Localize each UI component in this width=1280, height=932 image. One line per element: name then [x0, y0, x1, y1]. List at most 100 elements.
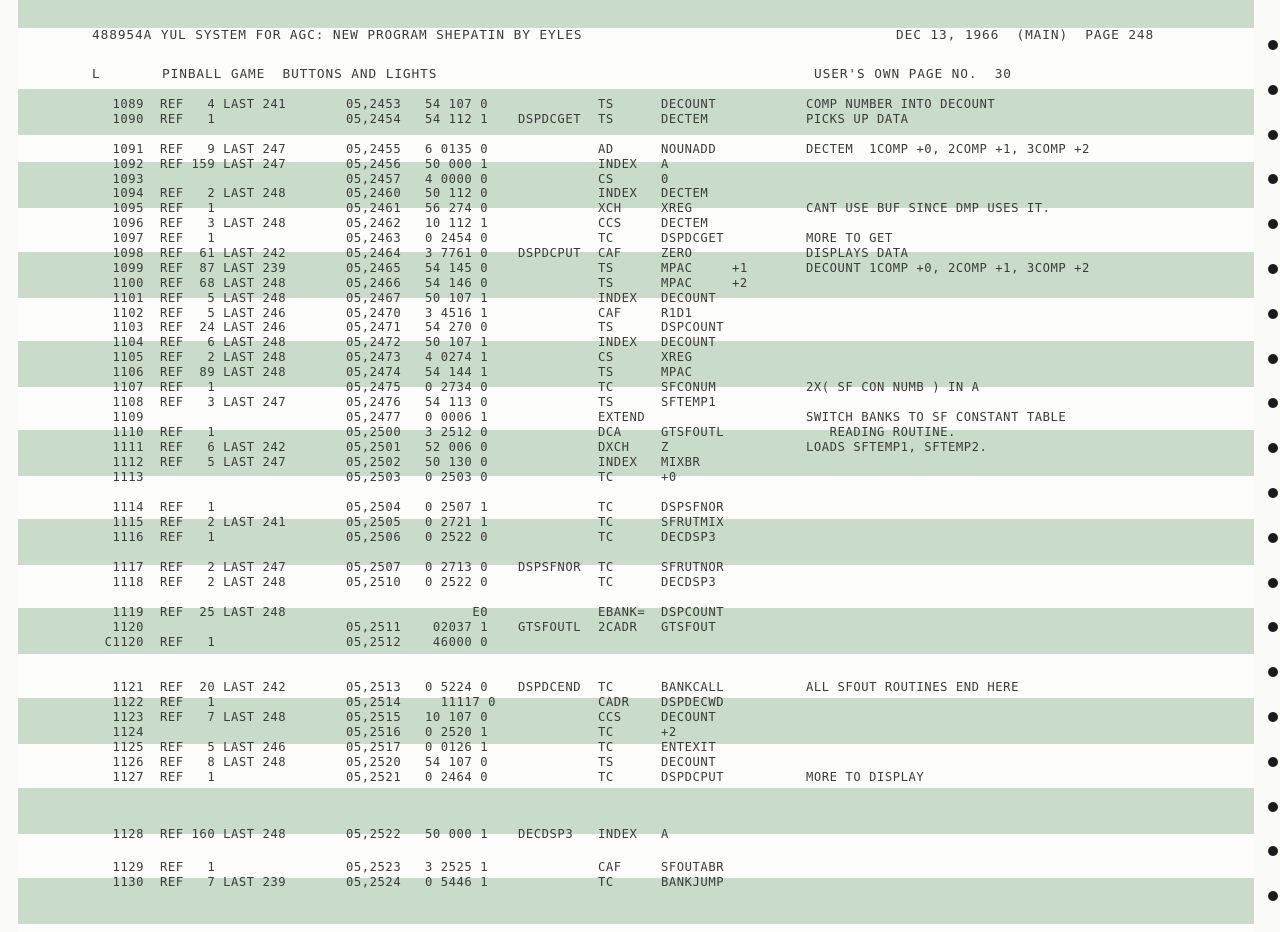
listing-row: 1097 REF 1 05,2463 0 2454 0 TC DSPDCGET MORE T… — [0, 231, 1280, 246]
ref-info: REF 2 LAST 248 — [160, 186, 287, 200]
octal-code: 54 107 0 — [425, 755, 489, 769]
address: 05,2461 — [346, 201, 402, 215]
operand: GTSFOUT — [661, 620, 717, 634]
ref-info: REF 89 LAST 248 — [160, 365, 287, 379]
line-number: 1112 — [112, 455, 144, 469]
comment: LOADS SFTEMP1, SFTEMP2. — [806, 440, 988, 454]
octal-code: 3 7761 0 — [425, 246, 489, 260]
address: 05,2471 — [346, 320, 402, 334]
octal-code: 52 006 0 — [425, 440, 489, 454]
listing-row: 1122 REF 1 05,2514 11117 0 CADR DSPDECWD — [0, 695, 1280, 710]
line-number: 1116 — [112, 530, 144, 544]
line-number: 1130 — [112, 875, 144, 889]
operand: ENTEXIT — [661, 740, 717, 754]
line-number: 1127 — [112, 770, 144, 784]
ref-info: REF 5 LAST 247 — [160, 455, 287, 469]
listing-row: 1119 REF 25 LAST 248 E0 EBANK= DSPCOUNT — [0, 605, 1280, 620]
octal-code: 4 0000 0 — [425, 172, 489, 186]
comment: DECTEM 1COMP +0, 2COMP +1, 3COMP +2 — [806, 142, 1090, 156]
line-number: 1115 — [112, 515, 144, 529]
opcode: TC — [598, 680, 614, 694]
operand: BANKJUMP — [661, 875, 725, 889]
octal-code: 50 112 0 — [425, 186, 489, 200]
octal-code: 0 2713 0 — [425, 560, 489, 574]
address: 05,2523 — [346, 860, 402, 874]
operand: DECDSP3 — [661, 530, 717, 544]
listing-row: 1104 REF 6 LAST 248 05,2472 50 107 1 INDEX DE… — [0, 335, 1280, 350]
listing-row: 1117 REF 2 LAST 247 05,2507 0 2713 0 DSPSFNO… — [0, 560, 1280, 575]
address: 05,2513 — [346, 680, 402, 694]
listing-row: 1130 REF 7 LAST 239 05,2524 0 5446 1 TC BANKJ… — [0, 875, 1280, 890]
opcode: INDEX — [598, 455, 638, 469]
operand: ZERO — [661, 246, 693, 260]
listing-row: 1123 REF 7 LAST 248 05,2515 10 107 0 CCS DECO… — [0, 710, 1280, 725]
address: 05,2504 — [346, 500, 402, 514]
operand: MIXBR — [661, 455, 701, 469]
feed-hole — [1268, 846, 1278, 856]
opcode: DCA — [598, 425, 622, 439]
comment: DECOUNT 1COMP +0, 2COMP +1, 3COMP +2 — [806, 261, 1090, 275]
address: 05,2524 — [346, 875, 402, 889]
operand: DSPCOUNT — [661, 605, 725, 619]
opcode: CAF — [598, 306, 622, 320]
line-number: C1120 — [104, 635, 144, 649]
address: 05,2506 — [346, 530, 402, 544]
ref-info: REF 1 — [160, 231, 216, 245]
operand: SFOUTABR — [661, 860, 725, 874]
opcode: CCS — [598, 710, 622, 724]
octal-code: 4 0274 1 — [425, 350, 489, 364]
opcode: TS — [598, 755, 614, 769]
feed-hole — [1268, 130, 1278, 140]
address: 05,2453 — [346, 97, 402, 111]
ref-info: REF 3 LAST 247 — [160, 395, 287, 409]
address: 05,2465 — [346, 261, 402, 275]
opcode: TC — [598, 500, 614, 514]
listing-row: 1112 REF 5 LAST 247 05,2502 50 130 0 INDEX MI… — [0, 455, 1280, 470]
line-number: 1102 — [112, 306, 144, 320]
address: 05,2503 — [346, 470, 402, 484]
line-number: 1118 — [112, 575, 144, 589]
line-number: 1107 — [112, 380, 144, 394]
operand: DSPSFNOR — [661, 500, 725, 514]
ref-info: REF 6 LAST 248 — [160, 335, 287, 349]
operand: XREG — [661, 201, 693, 215]
octal-code: 54 113 0 — [425, 395, 489, 409]
line-number: 1110 — [112, 425, 144, 439]
operand: MPAC +2 — [661, 276, 748, 290]
green-band — [18, 0, 1254, 28]
address: 05,2473 — [346, 350, 402, 364]
opcode: INDEX — [598, 157, 638, 171]
listing-row: 1108 REF 3 LAST 247 05,2476 54 113 0 TS SFTEM… — [0, 395, 1280, 410]
opcode: CAF — [598, 246, 622, 260]
line-number: 1126 — [112, 755, 144, 769]
user-page-note: USER'S OWN PAGE NO. 30 — [814, 67, 1012, 82]
comment: MORE TO DISPLAY — [806, 770, 925, 784]
octal-code: 0 0126 1 — [425, 740, 489, 754]
feed-hole — [1268, 40, 1278, 50]
line-number: 1125 — [112, 740, 144, 754]
comment: 2X( SF CON NUMB ) IN A — [806, 380, 980, 394]
address: 05,2463 — [346, 231, 402, 245]
opcode: TS — [598, 395, 614, 409]
opcode: TS — [598, 112, 614, 126]
ref-info: REF 6 LAST 242 — [160, 440, 287, 454]
opcode: TC — [598, 515, 614, 529]
operand: NOUNADD — [661, 142, 717, 156]
label: DSPDCGET — [518, 112, 582, 126]
ref-info: REF 20 LAST 242 — [160, 680, 287, 694]
line-number: 1109 — [112, 410, 144, 424]
opcode: TC — [598, 575, 614, 589]
label: DSPSFNOR — [518, 560, 582, 574]
listing-row: 1095 REF 1 05,2461 56 274 0 XCH XREG CANT USE … — [0, 201, 1280, 216]
octal-code: 54 270 0 — [425, 320, 489, 334]
octal-code: 6 0135 0 — [425, 142, 489, 156]
operand: DSPDCPUT — [661, 770, 725, 784]
line-number: 1124 — [112, 725, 144, 739]
address: 05,2475 — [346, 380, 402, 394]
address: 05,2457 — [346, 172, 402, 186]
operand: DSPDECWD — [661, 695, 725, 709]
opcode: TC — [598, 875, 614, 889]
feed-hole — [1268, 802, 1278, 812]
listing-row: 1089 REF 4 LAST 241 05,2453 54 107 0 TS DECOU… — [0, 97, 1280, 112]
address: 05,2522 — [346, 827, 402, 841]
